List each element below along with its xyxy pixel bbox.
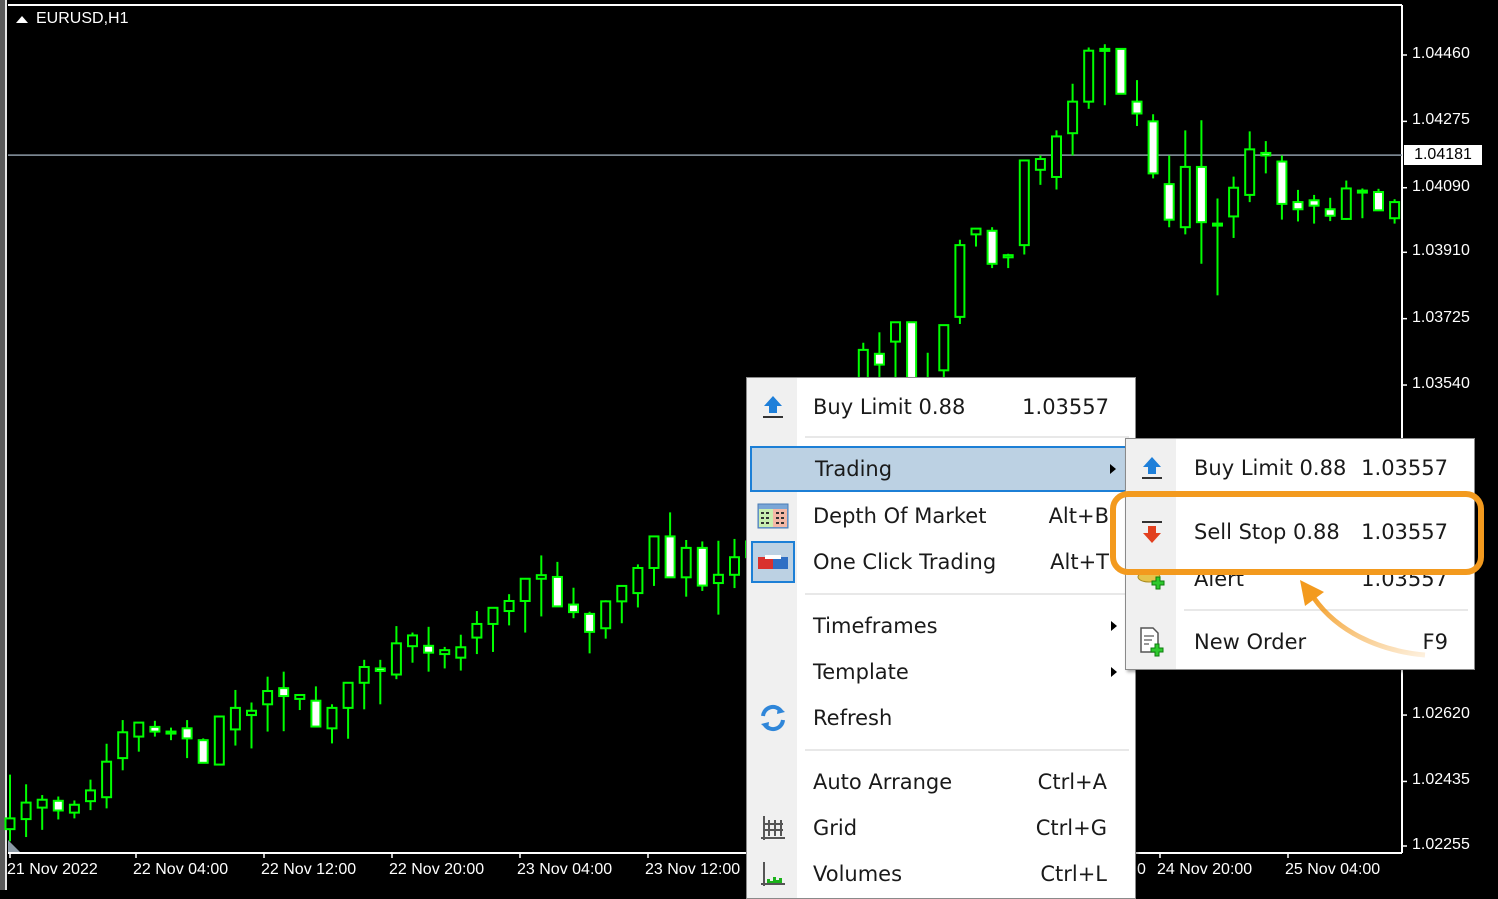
annotation-arrow: [1300, 580, 1426, 658]
annotation-arrowhead: [1300, 580, 1324, 606]
annotation-arrow-line: [1307, 590, 1426, 658]
